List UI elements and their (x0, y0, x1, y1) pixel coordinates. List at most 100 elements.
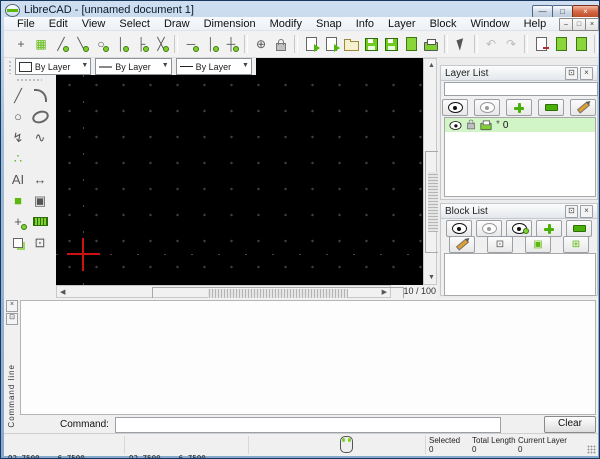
draw-point-button[interactable]: ∴ (7, 148, 29, 169)
save-drawing-button[interactable] (361, 34, 381, 54)
scroll-right-icon[interactable]: ▶ (382, 289, 387, 296)
snap-center-button[interactable]: ○ (91, 34, 111, 54)
pen-linetype-combo[interactable]: By Layer ▼ (175, 58, 252, 75)
copy-button[interactable] (551, 34, 571, 54)
select-pointer-button[interactable] (451, 34, 471, 54)
menu-file[interactable]: File (10, 18, 42, 30)
command-dock-float-button[interactable]: ⊡ (6, 313, 18, 325)
vertical-scrollbar[interactable]: ▲ ▼ (423, 58, 442, 285)
block-list-float-button[interactable]: ⊡ (565, 204, 578, 218)
menu-modify[interactable]: Modify (263, 18, 309, 30)
block-list-titlebar[interactable]: Block List ⊡ × (441, 204, 597, 219)
menu-block[interactable]: Block (423, 18, 464, 30)
rename-block-button[interactable] (449, 236, 475, 253)
menu-snap[interactable]: Snap (309, 18, 349, 30)
layer-list-titlebar[interactable]: Layer List ⊡ × (441, 66, 597, 81)
toggle-block-visibility-button[interactable] (506, 220, 532, 237)
restrict-vertical-button[interactable]: │ (201, 34, 221, 54)
layer-construction-icon[interactable]: * (496, 120, 500, 130)
block-create-button[interactable] (7, 232, 29, 253)
redo-button[interactable]: ↷ (501, 34, 521, 54)
mdi-close-button[interactable]: × (585, 18, 599, 31)
chevron-down-icon[interactable]: ▼ (162, 62, 169, 69)
layer-print-icon[interactable] (480, 120, 492, 130)
import-button[interactable] (401, 34, 421, 54)
draw-line-button[interactable]: ╱ (7, 85, 29, 106)
menu-dimension[interactable]: Dimension (197, 18, 263, 30)
chevron-down-icon[interactable]: ▼ (81, 62, 88, 69)
draw-text-button[interactable]: AI (7, 169, 29, 190)
add-block-button[interactable] (536, 220, 562, 237)
draw-circle-button[interactable]: ○ (7, 106, 29, 127)
command-input[interactable] (114, 416, 501, 433)
snap-intersection-button[interactable]: ╳ (151, 34, 171, 54)
draw-dimension-button[interactable]: ↔ (29, 169, 51, 190)
snap-grid-button[interactable]: ▦ (31, 34, 51, 54)
menu-select[interactable]: Select (112, 18, 157, 30)
scroll-left-icon[interactable]: ◀ (60, 289, 65, 296)
new-drawing-button[interactable] (301, 34, 321, 54)
draw-spline-button[interactable]: ∿ (29, 127, 51, 148)
clear-button[interactable]: Clear (544, 416, 596, 433)
close-drawing-button[interactable] (531, 34, 551, 54)
restrict-horizontal-button[interactable]: ─ (181, 34, 201, 54)
snap-distance-button[interactable]: ├ (131, 34, 151, 54)
pen-width-combo[interactable]: By Layer ▼ (95, 58, 172, 75)
insert-image-button[interactable]: ▣ (29, 190, 51, 211)
modify-button[interactable]: + (7, 211, 29, 232)
snap-endpoint-button[interactable]: ╱ (51, 34, 71, 54)
command-dock-close-button[interactable]: × (6, 300, 18, 312)
defreeze-all-layers-button[interactable] (442, 99, 468, 116)
add-layer-button[interactable] (506, 99, 532, 116)
pen-toolbar-handle[interactable] (8, 59, 12, 74)
snap-middle-button[interactable]: │ (111, 34, 131, 54)
paste-button[interactable] (571, 34, 591, 54)
scroll-down-icon[interactable]: ▼ (428, 274, 435, 281)
defreeze-all-blocks-button[interactable] (446, 220, 472, 237)
insert-block-button[interactable]: ⊞ (563, 236, 589, 253)
snap-free-button[interactable]: + (11, 34, 31, 54)
edit-block-button[interactable]: ▣ (525, 236, 551, 253)
remove-layer-button[interactable] (538, 99, 564, 116)
menu-info[interactable]: Info (349, 18, 381, 30)
block-listbox[interactable] (444, 253, 596, 296)
restrict-nothing-button[interactable]: ┼ (221, 34, 241, 54)
create-block-button[interactable]: ⊡ (487, 236, 513, 253)
menu-edit[interactable]: Edit (42, 18, 75, 30)
snap-on-entity-button[interactable]: ╲ (71, 34, 91, 54)
menu-draw[interactable]: Draw (157, 18, 197, 30)
drawing-canvas-top[interactable] (256, 58, 423, 75)
menu-window[interactable]: Window (463, 18, 516, 30)
print-button[interactable] (421, 34, 441, 54)
chevron-down-icon[interactable]: ▼ (242, 62, 249, 69)
lock-relative-zero-button[interactable] (271, 34, 291, 54)
command-history[interactable] (20, 300, 596, 415)
modify-layer-button[interactable] (570, 99, 596, 116)
scroll-up-icon[interactable]: ▲ (428, 62, 435, 69)
block-edit-button[interactable]: ⊡ (29, 232, 51, 253)
freeze-all-blocks-button[interactable] (476, 220, 502, 237)
menu-layer[interactable]: Layer (381, 18, 423, 30)
draw-polyline-button[interactable]: ↯ (7, 127, 29, 148)
menu-view[interactable]: View (75, 18, 113, 30)
open-drawing-button[interactable] (341, 34, 361, 54)
pen-color-combo[interactable]: By Layer ▼ (14, 58, 92, 75)
new-from-template-button[interactable] (321, 34, 341, 54)
undo-button[interactable]: ↶ (481, 34, 501, 54)
horizontal-scrollbar[interactable]: ◀ ▶ (56, 285, 404, 300)
layer-listbox[interactable]: * 0 (444, 117, 596, 197)
mdi-restore-button[interactable]: □ (572, 18, 586, 31)
mdi-minimize-button[interactable]: – (559, 18, 573, 31)
palette-handle[interactable] (16, 78, 42, 82)
set-relative-zero-button[interactable]: ⊕ (251, 34, 271, 54)
layer-list-float-button[interactable]: ⊡ (565, 66, 578, 80)
layer-list-close-button[interactable]: × (580, 66, 593, 80)
title-bar[interactable]: LibreCAD - [unnamed document 1] (5, 3, 597, 17)
measure-button[interactable] (29, 211, 51, 232)
remove-block-button[interactable] (566, 220, 592, 237)
draw-ellipse-button[interactable] (29, 106, 51, 127)
layer-visible-icon[interactable] (449, 120, 462, 130)
draw-hatch-button[interactable]: ■ (7, 190, 29, 211)
layer-filter-input[interactable] (444, 82, 598, 96)
window-resize-grip[interactable] (587, 445, 596, 454)
